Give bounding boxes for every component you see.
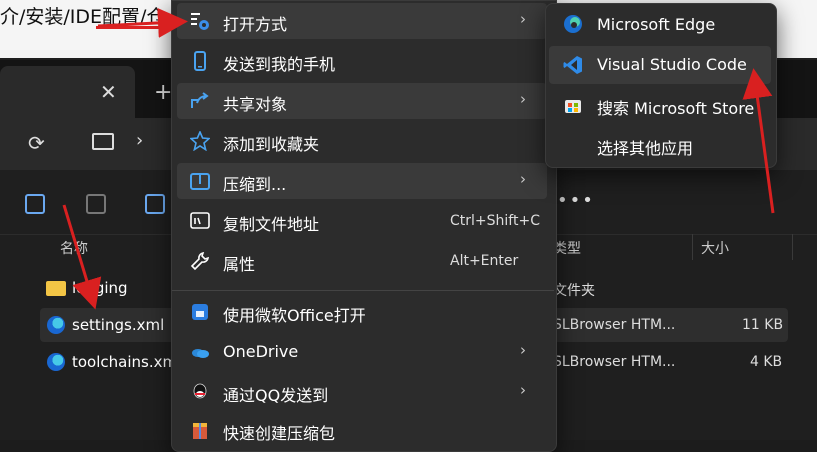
annotation-arrow-open-with [97,7,188,38]
annotation-arrows [62,7,775,310]
annotation-arrow-settings [62,204,102,310]
annotation-arrow-vscode [742,68,775,214]
